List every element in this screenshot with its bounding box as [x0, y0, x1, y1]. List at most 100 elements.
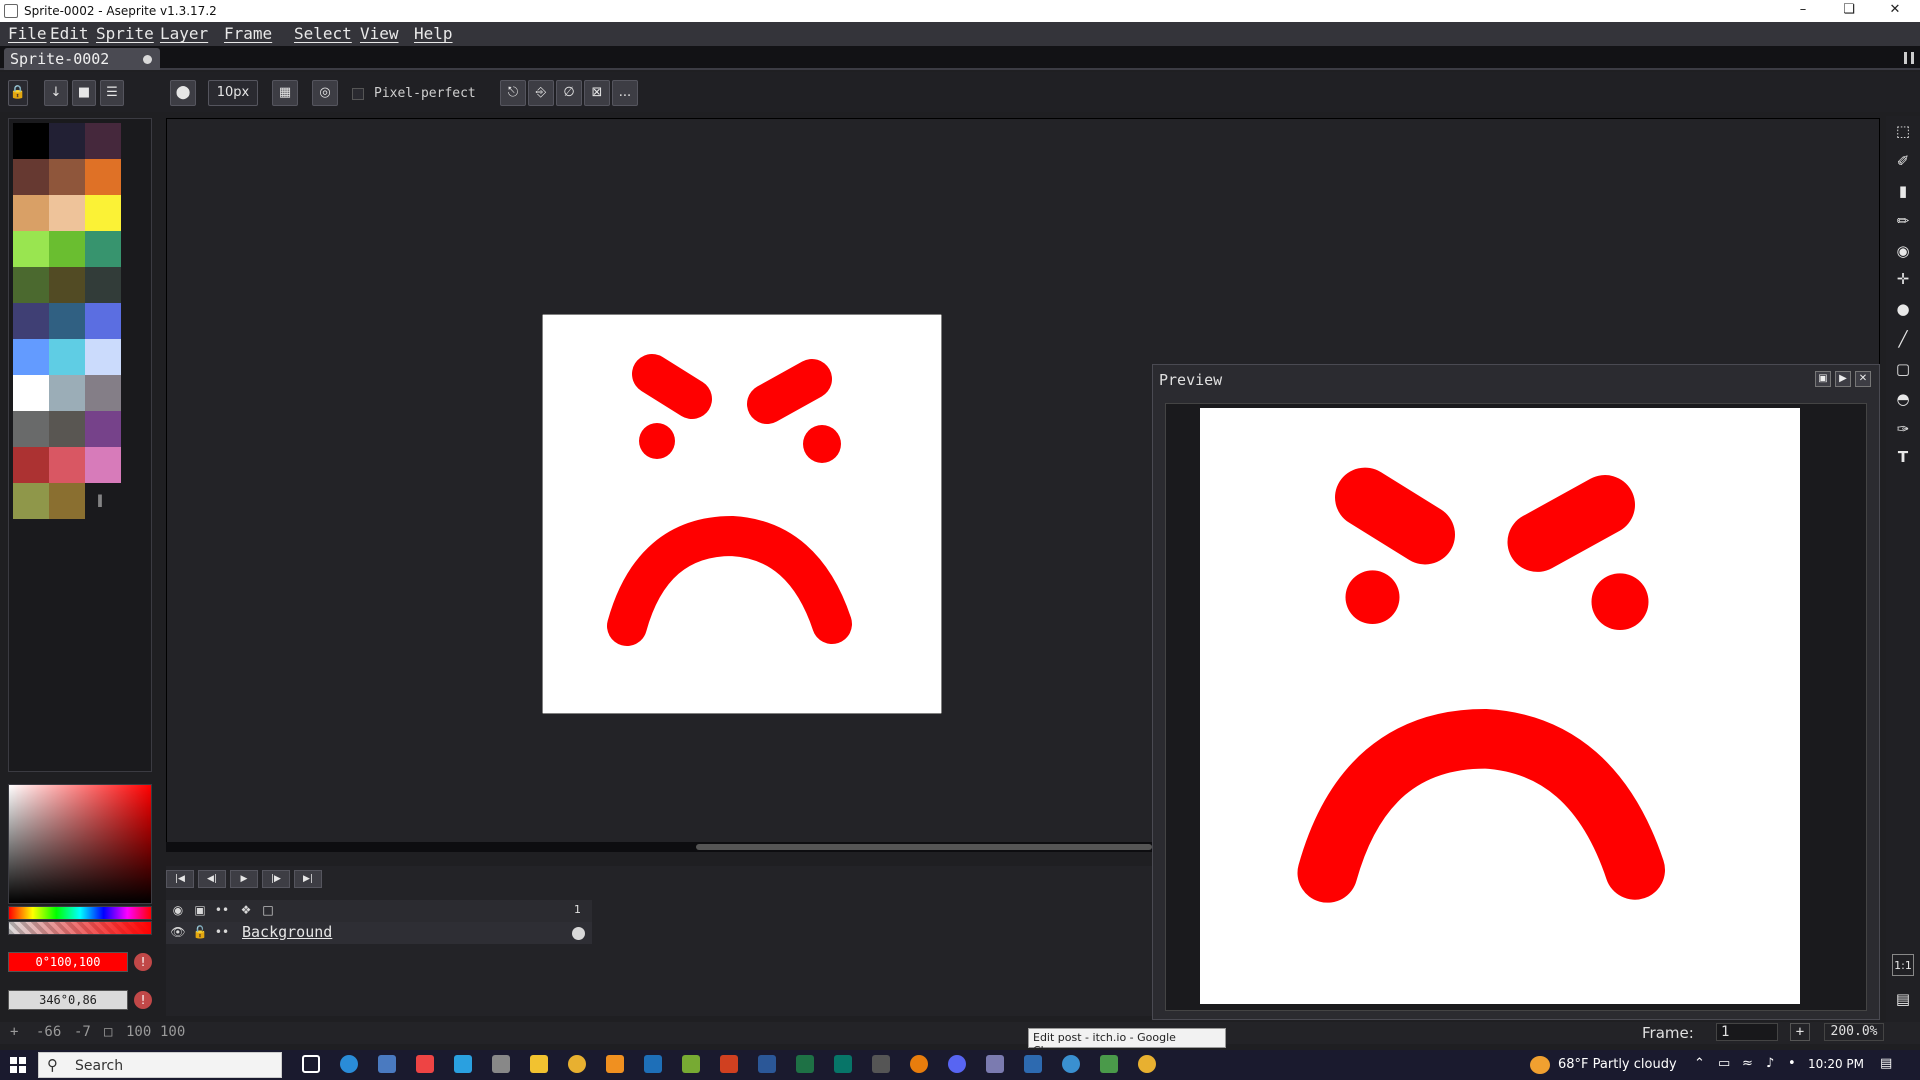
palette-swatch[interactable] — [13, 123, 49, 159]
palette-swatch[interactable] — [49, 375, 85, 411]
menu-sprite[interactable]: Sprite — [96, 24, 154, 43]
move-tool-icon[interactable]: ✛ — [1892, 268, 1914, 290]
word-icon[interactable] — [758, 1055, 776, 1073]
background-color-button[interactable]: 346°0,86 — [8, 990, 128, 1010]
file-explorer-icon[interactable] — [530, 1055, 548, 1073]
notifications-icon[interactable]: ▤ — [1880, 1056, 1892, 1071]
palette-swatch[interactable] — [13, 483, 49, 519]
palette-swatch[interactable] — [85, 375, 121, 411]
menu-edit[interactable]: Edit — [50, 24, 89, 43]
eyedropper-tool-icon[interactable]: ◉ — [1892, 240, 1914, 262]
palette-swatch[interactable] — [49, 159, 85, 195]
palette-swatch[interactable] — [49, 411, 85, 447]
palette-swatch[interactable] — [85, 447, 121, 483]
scrollbar-thumb[interactable] — [696, 844, 1152, 850]
app-icon-sky[interactable] — [1062, 1055, 1080, 1073]
square-icon[interactable]: ■ — [72, 80, 96, 106]
palette-swatch[interactable] — [85, 303, 121, 339]
first-frame-button[interactable]: |◀ — [166, 870, 194, 888]
windows-start-icon[interactable] — [10, 1057, 26, 1073]
contour-tool-icon[interactable]: ◓ — [1892, 388, 1914, 410]
weather-text[interactable]: 68°F Partly cloudy — [1558, 1057, 1677, 1072]
frame-options-icon[interactable]: □ — [258, 900, 278, 920]
restore-button[interactable]: ❏ — [1826, 0, 1872, 22]
palette-resize-handle-icon[interactable]: ‖ — [97, 493, 103, 507]
palette-swatch[interactable] — [49, 447, 85, 483]
palette-swatch[interactable] — [85, 411, 121, 447]
previous-frame-button[interactable]: ◀| — [198, 870, 226, 888]
menu-layer[interactable]: Layer — [160, 24, 208, 43]
minimize-button[interactable]: – — [1780, 0, 1826, 22]
lock-header-icon[interactable]: ▣ — [190, 900, 210, 920]
marquee-tool-icon[interactable]: ⬚ — [1892, 120, 1914, 142]
line-tool-icon[interactable]: ╱ — [1892, 328, 1914, 350]
continuous-header-icon[interactable]: •• — [212, 900, 232, 920]
palette-swatch[interactable] — [13, 231, 49, 267]
zoom-level[interactable]: 200.0% — [1824, 1023, 1884, 1041]
text-tool-icon[interactable]: T — [1892, 446, 1914, 468]
clock[interactable]: 10:20 PM — [1808, 1057, 1864, 1071]
palette-swatch[interactable] — [49, 123, 85, 159]
chrome-active-icon[interactable] — [1138, 1055, 1156, 1073]
brush-size-field[interactable]: 10px — [208, 80, 258, 106]
palette-swatch[interactable] — [13, 375, 49, 411]
project-icon[interactable] — [834, 1055, 852, 1073]
tray-app-icon[interactable]: • — [1788, 1056, 1796, 1071]
palette-swatch[interactable] — [49, 231, 85, 267]
blender-icon[interactable] — [910, 1055, 928, 1073]
app-icon-grey[interactable] — [492, 1055, 510, 1073]
calculator-icon[interactable] — [378, 1055, 396, 1073]
outlook-icon[interactable] — [644, 1055, 662, 1073]
vlc-icon[interactable] — [606, 1055, 624, 1073]
alpha-slider[interactable] — [8, 921, 152, 935]
more-options-button[interactable]: ... — [612, 80, 638, 106]
app-icon-leaf[interactable] — [1100, 1055, 1118, 1073]
symmetry-horizontal-icon[interactable]: ⎆ — [528, 80, 554, 106]
symmetry-diag-icon[interactable]: ∅ — [556, 80, 582, 106]
menu-view[interactable]: View — [360, 24, 399, 43]
fg-warning-icon[interactable]: ! — [134, 953, 152, 971]
document-tab[interactable]: Sprite-0002 — [4, 48, 160, 70]
wifi-icon[interactable]: ≈ — [1742, 1056, 1753, 1071]
layer-continuous-icon[interactable]: •• — [212, 922, 232, 942]
zoom-100-icon[interactable]: 1:1 — [1892, 954, 1914, 976]
eye-icon[interactable]: 👁 — [168, 922, 188, 942]
add-frame-button[interactable]: + — [1790, 1023, 1810, 1041]
volume-icon[interactable]: ♪ — [1766, 1056, 1774, 1071]
pixel-perfect-checkbox[interactable] — [352, 88, 364, 100]
palette-swatch[interactable] — [13, 195, 49, 231]
next-frame-button[interactable]: |▶ — [262, 870, 290, 888]
rectangle-tool-icon[interactable]: ▢ — [1892, 358, 1914, 380]
palette-swatch[interactable] — [85, 267, 121, 303]
palette-swatch[interactable] — [85, 195, 121, 231]
palette-swatch[interactable] — [13, 267, 49, 303]
horizontal-scrollbar[interactable] — [166, 842, 1152, 852]
palette-swatch[interactable] — [49, 195, 85, 231]
play-button[interactable]: ▶ — [230, 870, 258, 888]
app-icon-green[interactable] — [682, 1055, 700, 1073]
sprite-canvas[interactable] — [542, 314, 942, 714]
powerpoint-icon[interactable] — [720, 1055, 738, 1073]
menu-help[interactable]: Help — [414, 24, 453, 43]
discord-icon[interactable] — [948, 1055, 966, 1073]
timeline-toggle-icon[interactable]: ▤ — [1892, 988, 1914, 1010]
eraser-tool-icon[interactable]: ▮ — [1892, 180, 1914, 202]
menu-file[interactable]: File — [8, 24, 47, 43]
battery-icon[interactable]: ▭ — [1718, 1056, 1730, 1071]
palette-swatch[interactable] — [85, 159, 121, 195]
modified-dot-icon[interactable] — [143, 55, 152, 64]
app-icon-red[interactable] — [416, 1055, 434, 1073]
palette-swatch[interactable] — [85, 339, 121, 375]
app-icon-dark[interactable] — [872, 1055, 890, 1073]
visibility-header-icon[interactable]: ◉ — [168, 900, 188, 920]
ink-icon[interactable]: ▦ — [272, 80, 298, 106]
chrome-icon[interactable] — [568, 1055, 586, 1073]
brush-type-icon[interactable]: ⬤ — [170, 80, 196, 106]
lasso-tool-icon[interactable]: ✐ — [1892, 150, 1914, 172]
store-icon[interactable] — [454, 1055, 472, 1073]
blur-tool-icon[interactable]: ✑ — [1892, 418, 1914, 440]
menu-select[interactable]: Select — [294, 24, 352, 43]
palette-swatch[interactable] — [13, 303, 49, 339]
palette-swatch[interactable] — [85, 123, 121, 159]
layer-lock-icon[interactable]: 🔓 — [190, 922, 210, 942]
